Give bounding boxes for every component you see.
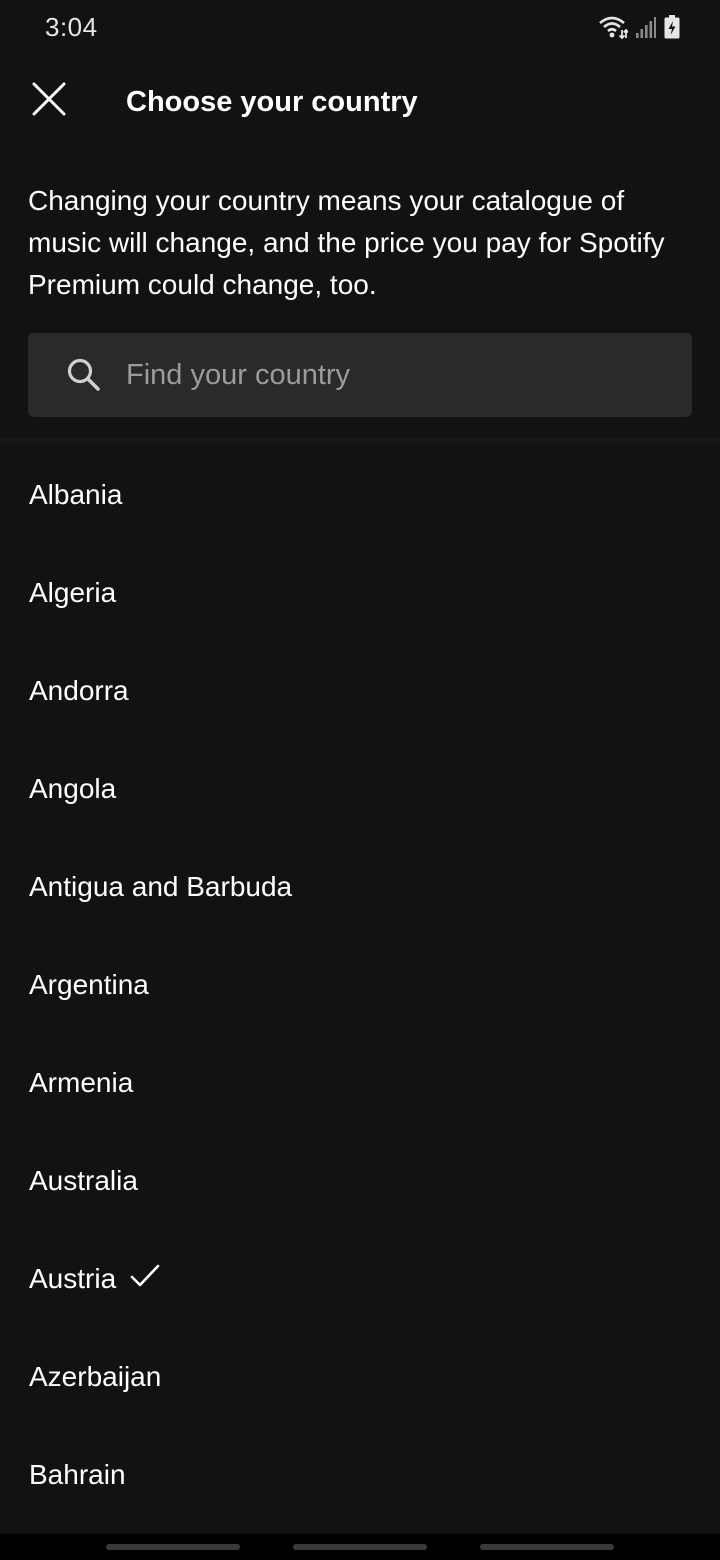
country-name: Bahrain bbox=[29, 1459, 126, 1490]
nav-handle bbox=[106, 1544, 240, 1550]
navigation-bar bbox=[0, 1534, 720, 1560]
status-time: 3:04 bbox=[45, 12, 98, 42]
close-button[interactable] bbox=[22, 74, 76, 128]
page-title: Choose your country bbox=[126, 86, 418, 118]
status-bar: 3:04 bbox=[0, 0, 720, 56]
country-name: Azerbaijan bbox=[29, 1361, 162, 1392]
signal-icon bbox=[636, 16, 656, 38]
country-item-azerbaijan[interactable]: Azerbaijan bbox=[0, 1328, 720, 1426]
country-item-argentina[interactable]: Argentina bbox=[0, 936, 720, 1034]
checkmark-icon bbox=[130, 1263, 160, 1295]
country-item-antigua-and-barbuda[interactable]: Antigua and Barbuda bbox=[0, 838, 720, 936]
country-item-bahrain[interactable]: Bahrain bbox=[0, 1426, 720, 1524]
country-name: Algeria bbox=[29, 577, 117, 608]
country-item-albania[interactable]: Albania bbox=[0, 446, 720, 544]
search-input[interactable] bbox=[126, 333, 666, 417]
battery-charging-icon bbox=[664, 15, 680, 39]
country-name: Albania bbox=[29, 479, 123, 510]
country-item-angola[interactable]: Angola bbox=[0, 740, 720, 838]
country-item-algeria[interactable]: Algeria bbox=[0, 544, 720, 642]
country-item-australia[interactable]: Australia bbox=[0, 1132, 720, 1230]
country-item-austria[interactable]: Austria bbox=[0, 1230, 720, 1328]
country-name: Andorra bbox=[29, 675, 129, 706]
country-item-andorra[interactable]: Andorra bbox=[0, 642, 720, 740]
country-list: Albania Algeria Andorra Angola Antigua a… bbox=[0, 446, 720, 1524]
country-name: Australia bbox=[29, 1165, 138, 1196]
country-name: Argentina bbox=[29, 969, 149, 1000]
country-name: Armenia bbox=[29, 1067, 134, 1098]
header: Choose your country bbox=[0, 60, 720, 146]
search-box[interactable] bbox=[28, 333, 692, 417]
wifi-icon bbox=[598, 14, 628, 40]
country-name: Austria bbox=[29, 1263, 117, 1294]
search-icon bbox=[66, 357, 102, 398]
country-item-armenia[interactable]: Armenia bbox=[0, 1034, 720, 1132]
country-name: Angola bbox=[29, 773, 117, 804]
close-icon bbox=[32, 82, 66, 121]
status-icons bbox=[598, 14, 680, 40]
nav-handle bbox=[480, 1544, 614, 1550]
nav-handle bbox=[293, 1544, 427, 1550]
country-name: Antigua and Barbuda bbox=[29, 871, 293, 902]
list-divider bbox=[0, 438, 720, 446]
screen: 3:04 Choose your country Changing your c… bbox=[0, 0, 720, 1560]
description-text: Changing your country means your catalog… bbox=[28, 185, 665, 300]
